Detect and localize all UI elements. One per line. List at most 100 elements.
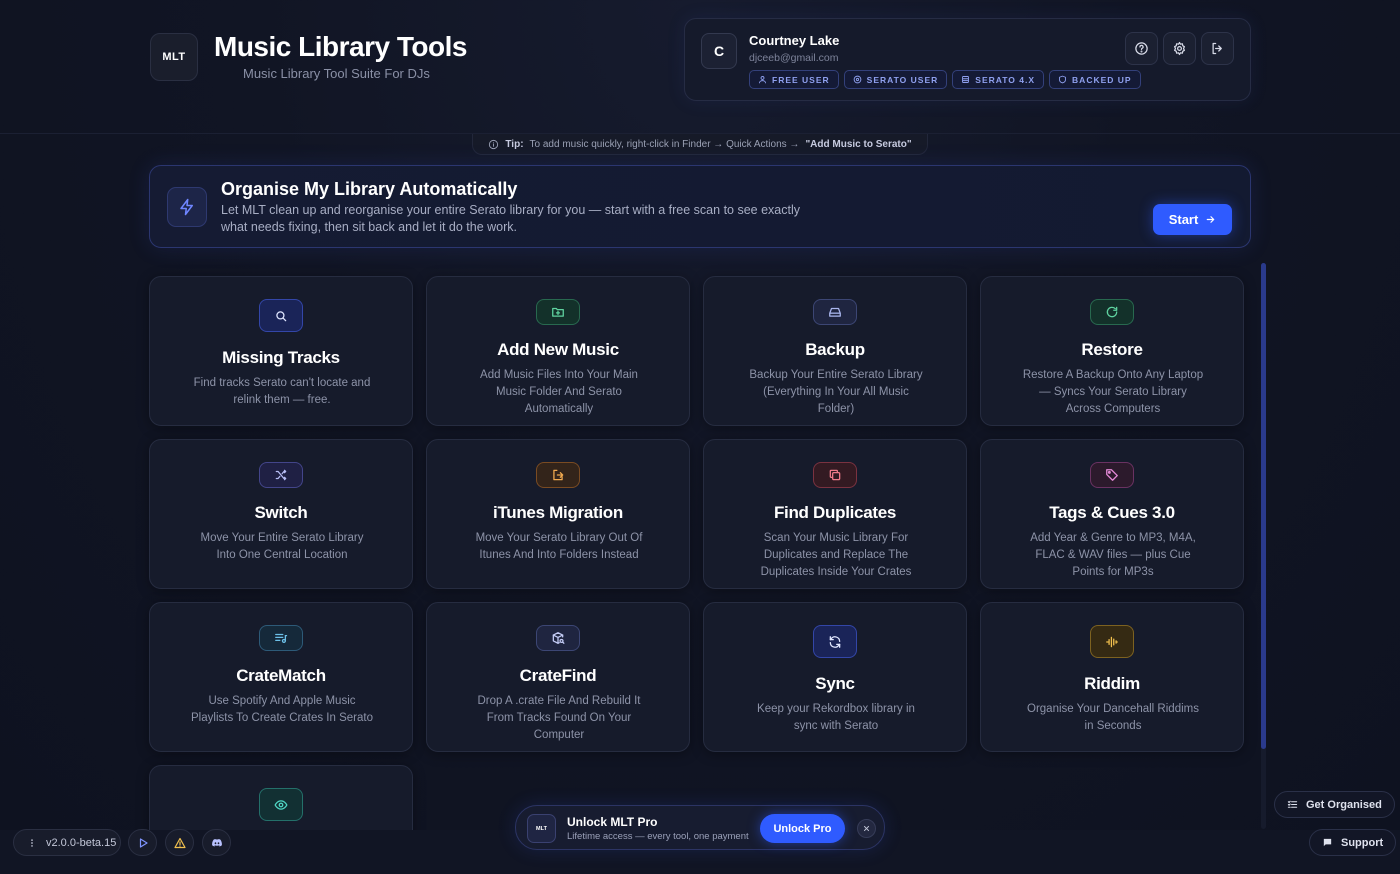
- tip-label: Tip:: [505, 138, 524, 150]
- eye-icon: [274, 799, 288, 810]
- user-name: Courtney Lake: [749, 33, 840, 48]
- tool-title: Find Duplicates: [773, 503, 897, 522]
- tool-cratefind[interactable]: CrateFind Drop A .crate File And Rebuild…: [426, 602, 690, 752]
- badge-serato-version: SERATO 4.X: [952, 70, 1045, 89]
- refresh-icon: [829, 635, 841, 648]
- export-icon: [553, 469, 564, 481]
- version-button[interactable]: v2.0.0-beta.15: [13, 829, 121, 856]
- tool-title: CrateMatch: [236, 666, 326, 685]
- tool-find-duplicates[interactable]: Find Duplicates Scan Your Music Library …: [703, 439, 967, 589]
- tag-icon: [1106, 469, 1118, 481]
- unlock-pro-button[interactable]: Unlock Pro: [760, 814, 845, 843]
- promo-subtitle: Lifetime access — every tool, one paymen…: [567, 831, 749, 842]
- tool-icon-tile: [259, 788, 303, 821]
- badge-free-user: FREE USER: [749, 70, 839, 89]
- settings-button[interactable]: [1163, 32, 1196, 65]
- banner-title: Organise My Library Automatically: [221, 179, 518, 199]
- tool-title: Missing Tracks: [222, 348, 340, 367]
- tool-icon-tile: [1090, 299, 1134, 325]
- folder-plus-icon: [552, 307, 564, 317]
- badge-serato-user: SERATO USER: [843, 70, 948, 89]
- arrow-right-icon: [1207, 216, 1215, 223]
- help-button[interactable]: [1125, 32, 1158, 65]
- gear-icon: [1174, 41, 1185, 56]
- rotate-icon: [1106, 306, 1118, 318]
- tool-sync[interactable]: Sync Keep your Rekordbox library in sync…: [703, 602, 967, 752]
- tool-title: Riddim: [1084, 674, 1140, 693]
- tool-description: Move Your Entire Serato Library Into One…: [200, 532, 364, 561]
- database-icon: [962, 76, 970, 83]
- tool-icon-tile: [813, 462, 857, 488]
- tool-tags-cues[interactable]: Tags & Cues 3.0 Add Year & Genre to MP3,…: [980, 439, 1244, 589]
- tool-icon-tile: [259, 625, 303, 651]
- more-vertical-icon: [31, 838, 33, 847]
- discord-button[interactable]: [202, 829, 231, 856]
- tool-icon-tile: [259, 299, 303, 332]
- header-actions: [1125, 32, 1234, 65]
- tool-add-new-music[interactable]: Add New Music Add Music Files Into Your …: [426, 276, 690, 426]
- package-search-icon: [552, 632, 565, 644]
- tool-title: Tags & Cues 3.0: [1049, 503, 1175, 522]
- tool-description: Organise Your Dancehall Riddims in Secon…: [1027, 703, 1199, 732]
- shuffle-icon: [275, 469, 287, 481]
- warning-button[interactable]: [165, 829, 194, 856]
- info-icon: [489, 139, 499, 149]
- lightning-icon: [180, 198, 193, 216]
- tool-missing-tracks[interactable]: Missing Tracks Find tracks Serato can't …: [149, 276, 413, 426]
- hard-drive-icon: [829, 307, 841, 317]
- close-icon: [863, 825, 870, 832]
- tool-itunes-migration[interactable]: iTunes Migration Move Your Serato Librar…: [426, 439, 690, 589]
- tool-icon-tile: [813, 625, 857, 658]
- start-button[interactable]: Start: [1153, 204, 1232, 235]
- tool-title: Add New Music: [497, 340, 619, 359]
- user-card: C Courtney Lake djceeb@gmail.com FREE US…: [684, 18, 1251, 101]
- tool-description: Find tracks Serato can't locate and reli…: [193, 377, 371, 406]
- tool-title: CrateFind: [519, 666, 597, 685]
- tip-emphasis: "Add Music to Serato": [805, 138, 912, 150]
- tool-title: Switch: [254, 503, 308, 522]
- logout-icon: [1212, 42, 1222, 55]
- scrollbar-thumb[interactable]: [1261, 263, 1266, 749]
- avatar[interactable]: C: [701, 33, 737, 69]
- playlist-icon: [275, 633, 288, 644]
- checklist-icon: [1287, 800, 1298, 808]
- tool-icon-tile: [259, 462, 303, 488]
- user-icon: [759, 76, 766, 84]
- unlock-pro-toast: MLT Unlock MLT Pro Lifetime access — eve…: [515, 805, 885, 850]
- tool-title: Sync: [815, 674, 855, 693]
- help-icon: [1135, 42, 1148, 55]
- shield-icon: [1059, 75, 1066, 84]
- app-title: Music Library Tools: [214, 31, 467, 62]
- audio-wave-icon: [1106, 636, 1118, 647]
- tip-bar: Tip: To add music quickly, right-click i…: [472, 134, 928, 155]
- promo-logo: MLT: [527, 814, 556, 843]
- tool-icon-tile: [1090, 462, 1134, 488]
- close-toast-button[interactable]: [857, 819, 876, 838]
- tool-restore[interactable]: Restore Restore A Backup Onto Any Laptop…: [980, 276, 1244, 426]
- tool-riddim[interactable]: Riddim Organise Your Dancehall Riddims i…: [980, 602, 1244, 752]
- tool-icon-tile: [536, 299, 580, 325]
- tool-icon-tile: [536, 625, 580, 651]
- tool-icon-tile: [536, 462, 580, 488]
- get-organised-button[interactable]: Get Organised: [1274, 791, 1395, 818]
- tool-description: Keep your Rekordbox library in sync with…: [757, 703, 915, 732]
- chat-icon: [1323, 838, 1332, 847]
- tool-title: Backup: [805, 340, 865, 359]
- play-button[interactable]: [128, 829, 157, 856]
- tool-description: Use Spotify And Apple Music Playlists To…: [191, 695, 373, 724]
- tool-description: Add Music Files Into Your Main Music Fol…: [480, 369, 638, 415]
- tool-switch[interactable]: Switch Move Your Entire Serato Library I…: [149, 439, 413, 589]
- tool-cratematch[interactable]: CrateMatch Use Spotify And Apple Music P…: [149, 602, 413, 752]
- support-button[interactable]: Support: [1309, 829, 1397, 856]
- play-icon: [139, 837, 148, 848]
- banner-icon: [167, 187, 207, 227]
- tool-description: Backup Your Entire Serato Library (Every…: [749, 369, 923, 415]
- search-icon: [276, 310, 287, 321]
- logout-button[interactable]: [1201, 32, 1234, 65]
- tool-title: iTunes Migration: [493, 503, 623, 522]
- app-header: MLT Music Library Tools Music Library To…: [0, 0, 1400, 134]
- tool-description: Drop A .crate File And Rebuild It From T…: [477, 695, 641, 741]
- warning-icon: [173, 837, 186, 848]
- tool-backup[interactable]: Backup Backup Your Entire Serato Library…: [703, 276, 967, 426]
- tool-description: Scan Your Music Library For Duplicates a…: [760, 532, 912, 578]
